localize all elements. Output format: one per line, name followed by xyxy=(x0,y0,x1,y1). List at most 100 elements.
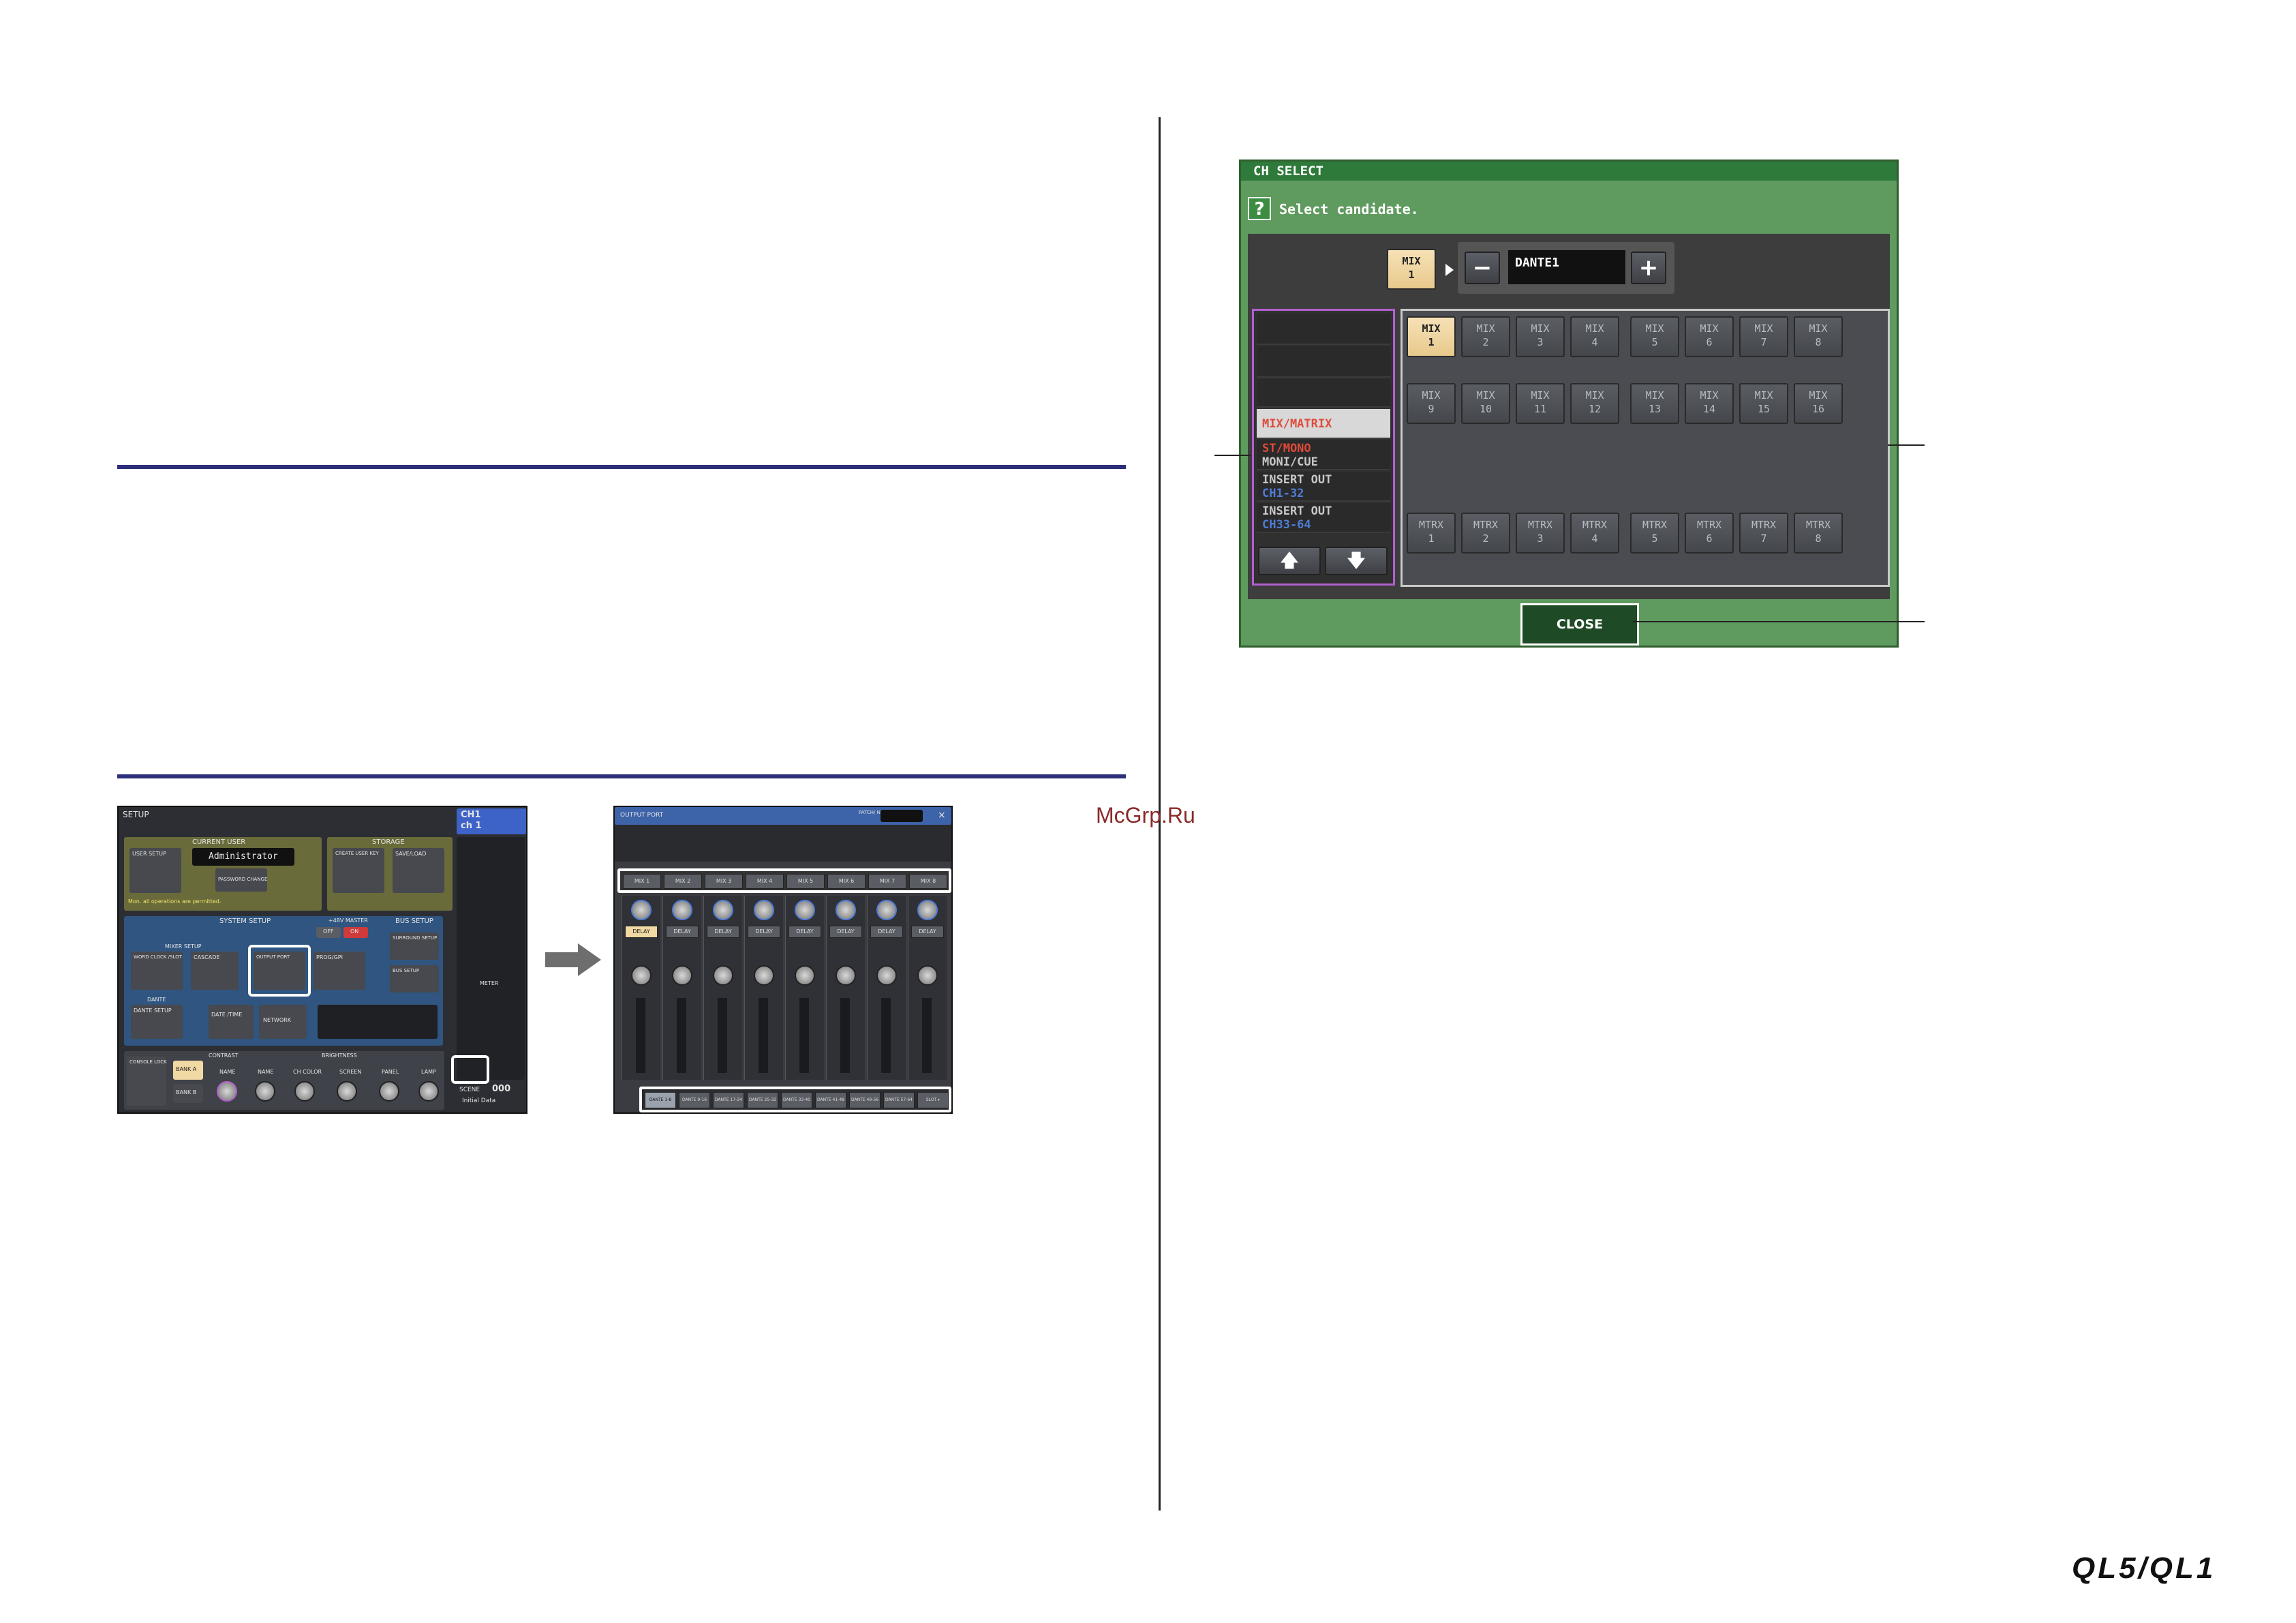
category-st-mono-moni-cue[interactable]: ST/MONO MONI/CUE xyxy=(1257,440,1390,470)
category-insert-out-1-32[interactable]: INSERT OUT CH1-32 xyxy=(1257,472,1390,502)
output-port-tab[interactable]: DANTE 49-56 xyxy=(849,1092,881,1108)
output-gain-knob[interactable] xyxy=(713,965,733,986)
channel-button[interactable]: MIX 2 xyxy=(1461,316,1510,357)
category-mix-matrix[interactable]: MIX/MATRIX xyxy=(1257,409,1390,439)
network-button[interactable]: NETWORK xyxy=(259,1005,307,1039)
output-gain-knob[interactable] xyxy=(672,965,692,986)
output-head-button[interactable]: MIX 3 xyxy=(705,874,743,889)
bank-b-button[interactable]: BANK B xyxy=(173,1084,203,1103)
channel-button[interactable]: MIX 1 xyxy=(1407,316,1456,357)
output-level-knob[interactable] xyxy=(917,900,938,920)
ch-color-knob[interactable] xyxy=(294,1081,315,1102)
output-gain-knob[interactable] xyxy=(754,965,774,986)
delay-button[interactable]: DELAY xyxy=(789,926,821,938)
output-head-button[interactable]: MIX 5 xyxy=(786,874,825,889)
channel-button[interactable]: MTRX 6 xyxy=(1685,513,1734,553)
output-level-knob[interactable] xyxy=(836,900,856,920)
category-empty-2[interactable] xyxy=(1257,346,1390,378)
channel-button[interactable]: MIX 12 xyxy=(1570,383,1619,424)
channel-button[interactable]: MIX 15 xyxy=(1739,383,1788,424)
channel-button[interactable]: MIX 13 xyxy=(1630,383,1679,424)
surround-setup-button[interactable]: SURROUND SETUP xyxy=(390,932,439,960)
panel-knob[interactable] xyxy=(379,1081,399,1102)
delay-button[interactable]: DELAY xyxy=(829,926,862,938)
port-minus-button[interactable]: − xyxy=(1465,252,1500,284)
channel-button[interactable]: MTRX 7 xyxy=(1739,513,1788,553)
output-level-knob[interactable] xyxy=(713,900,733,920)
output-port-tab[interactable]: DANTE 57-64 xyxy=(883,1092,915,1108)
output-port-tab[interactable]: DANTE 9-16 xyxy=(679,1092,710,1108)
channel-button[interactable]: MTRX 3 xyxy=(1516,513,1565,553)
output-head-button[interactable]: MIX 7 xyxy=(868,874,906,889)
output-gain-knob[interactable] xyxy=(876,965,897,986)
delay-button[interactable]: DELAY xyxy=(911,926,944,938)
ch-badge[interactable]: CH1 ch 1 xyxy=(457,808,526,834)
output-level-knob[interactable] xyxy=(754,900,774,920)
output-port-tab[interactable]: DANTE 25-32 xyxy=(747,1092,778,1108)
password-change-button[interactable]: PASSWORD CHANGE xyxy=(215,868,267,892)
date-time-button[interactable]: DATE /TIME xyxy=(209,1005,254,1039)
output-head-button[interactable]: MIX 6 xyxy=(827,874,866,889)
port-plus-button[interactable]: + xyxy=(1631,252,1666,284)
output-level-knob[interactable] xyxy=(876,900,897,920)
channel-button[interactable]: MTRX 4 xyxy=(1570,513,1619,553)
cascade-button[interactable]: CASCADE xyxy=(191,952,239,990)
brightness-name-knob[interactable] xyxy=(255,1081,275,1102)
channel-button[interactable]: MTRX 2 xyxy=(1461,513,1510,553)
channel-button[interactable]: MIX 6 xyxy=(1685,316,1734,357)
output-level-knob[interactable] xyxy=(631,900,652,920)
output-gain-knob[interactable] xyxy=(795,965,815,986)
close-icon[interactable]: × xyxy=(938,810,946,821)
output-port-tab[interactable]: DANTE 33-40 xyxy=(781,1092,812,1108)
dante-setup-button[interactable]: DANTE SETUP xyxy=(131,1005,183,1039)
phantom-off-button[interactable]: OFF xyxy=(316,927,341,938)
output-level-knob[interactable] xyxy=(672,900,692,920)
user-setup-button[interactable]: USER SETUP xyxy=(129,848,181,893)
channel-button[interactable]: MIX 10 xyxy=(1461,383,1510,424)
output-port-tab[interactable]: DANTE 41-48 xyxy=(815,1092,846,1108)
channel-button[interactable]: MIX 5 xyxy=(1630,316,1679,357)
current-channel-button[interactable]: MIX 1 xyxy=(1387,249,1436,290)
channel-button[interactable]: MIX 3 xyxy=(1516,316,1565,357)
channel-button[interactable]: MIX 8 xyxy=(1794,316,1843,357)
create-user-key-button[interactable]: CREATE USER KEY xyxy=(333,848,384,893)
bus-setup-button[interactable]: BUS SETUP xyxy=(390,965,439,992)
scroll-up-button[interactable]: 🡅 xyxy=(1258,547,1321,575)
output-gain-knob[interactable] xyxy=(836,965,856,986)
contrast-knob[interactable] xyxy=(217,1081,237,1102)
output-head-button[interactable]: MIX 2 xyxy=(664,874,702,889)
channel-button[interactable]: MTRX 8 xyxy=(1794,513,1843,553)
lamp-knob[interactable] xyxy=(418,1081,439,1102)
output-gain-knob[interactable] xyxy=(631,965,652,986)
prog-gpi-button[interactable]: PROG/GPI xyxy=(313,952,365,990)
channel-button[interactable]: MIX 11 xyxy=(1516,383,1565,424)
output-level-knob[interactable] xyxy=(795,900,815,920)
output-head-button[interactable]: MIX 1 xyxy=(623,874,661,889)
output-port-tab[interactable]: SLOT ▸ xyxy=(917,1092,949,1108)
scroll-down-button[interactable]: 🡇 xyxy=(1325,547,1388,575)
output-port-tab[interactable]: DANTE 17-24 xyxy=(713,1092,744,1108)
category-empty-3[interactable] xyxy=(1257,379,1390,408)
close-button[interactable]: CLOSE xyxy=(1520,603,1639,646)
channel-button[interactable]: MIX 7 xyxy=(1739,316,1788,357)
bank-a-button[interactable]: BANK A xyxy=(173,1061,203,1080)
channel-button[interactable]: MTRX 1 xyxy=(1407,513,1456,553)
console-lock-button[interactable]: CONSOLE LOCK xyxy=(127,1057,167,1106)
output-port-tab[interactable]: DANTE 1-8 xyxy=(645,1092,676,1108)
port-name-field[interactable]: DANTE1 xyxy=(1508,250,1625,284)
delay-button[interactable]: DELAY xyxy=(707,926,739,938)
delay-button[interactable]: DELAY xyxy=(625,926,658,938)
screen-knob[interactable] xyxy=(337,1081,357,1102)
category-empty-1[interactable] xyxy=(1257,314,1390,345)
channel-button[interactable]: MIX 4 xyxy=(1570,316,1619,357)
delay-button[interactable]: DELAY xyxy=(870,926,903,938)
save-load-button[interactable]: SAVE/LOAD xyxy=(393,848,444,893)
delay-button[interactable]: DELAY xyxy=(666,926,699,938)
channel-button[interactable]: MIX 14 xyxy=(1685,383,1734,424)
phantom-on-button[interactable]: ON xyxy=(343,927,368,938)
channel-button[interactable]: MIX 16 xyxy=(1794,383,1843,424)
channel-button[interactable]: MIX 9 xyxy=(1407,383,1456,424)
output-gain-knob[interactable] xyxy=(917,965,938,986)
output-head-button[interactable]: MIX 4 xyxy=(746,874,784,889)
delay-button[interactable]: DELAY xyxy=(748,926,780,938)
